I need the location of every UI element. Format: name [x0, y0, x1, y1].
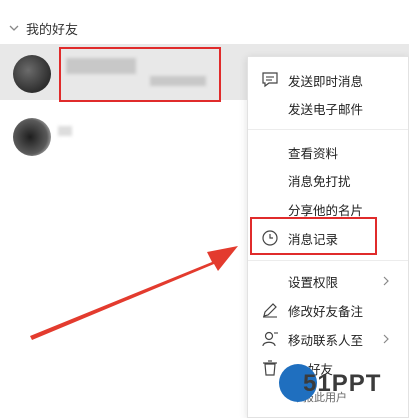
watermark-text: 51PPT: [303, 370, 382, 397]
menu-do-not-disturb[interactable]: 消息免打扰: [248, 166, 408, 194]
message-history-highlight-box: [250, 217, 377, 255]
blurred-name: [58, 126, 72, 136]
menu-separator: [248, 129, 408, 130]
avatar: [13, 55, 51, 93]
menu-send-email[interactable]: 发送电子邮件: [248, 94, 408, 122]
menu-move-contact[interactable]: 移动联系人至: [248, 325, 408, 353]
pencil-icon: [263, 303, 277, 318]
group-label: 我的好友: [26, 22, 79, 38]
menu-set-permissions[interactable]: 设置权限: [248, 267, 408, 295]
chevron-right-icon: [383, 276, 389, 286]
group-header[interactable]: 我的好友: [8, 16, 78, 40]
friend-highlight-box: [59, 47, 221, 102]
avatar: [13, 118, 51, 156]
chevron-down-icon: [9, 25, 19, 31]
menu-edit-remark[interactable]: 修改好友备注: [248, 296, 408, 324]
menu-view-profile[interactable]: 查看资料: [248, 138, 408, 166]
user-icon: [262, 331, 278, 347]
menu-send-instant-message[interactable]: 发送即时消息: [248, 66, 408, 94]
chevron-right-icon: [383, 334, 389, 344]
message-icon: [262, 72, 278, 88]
menu-separator: [248, 260, 408, 261]
watermark: 51PPT: [277, 360, 407, 408]
